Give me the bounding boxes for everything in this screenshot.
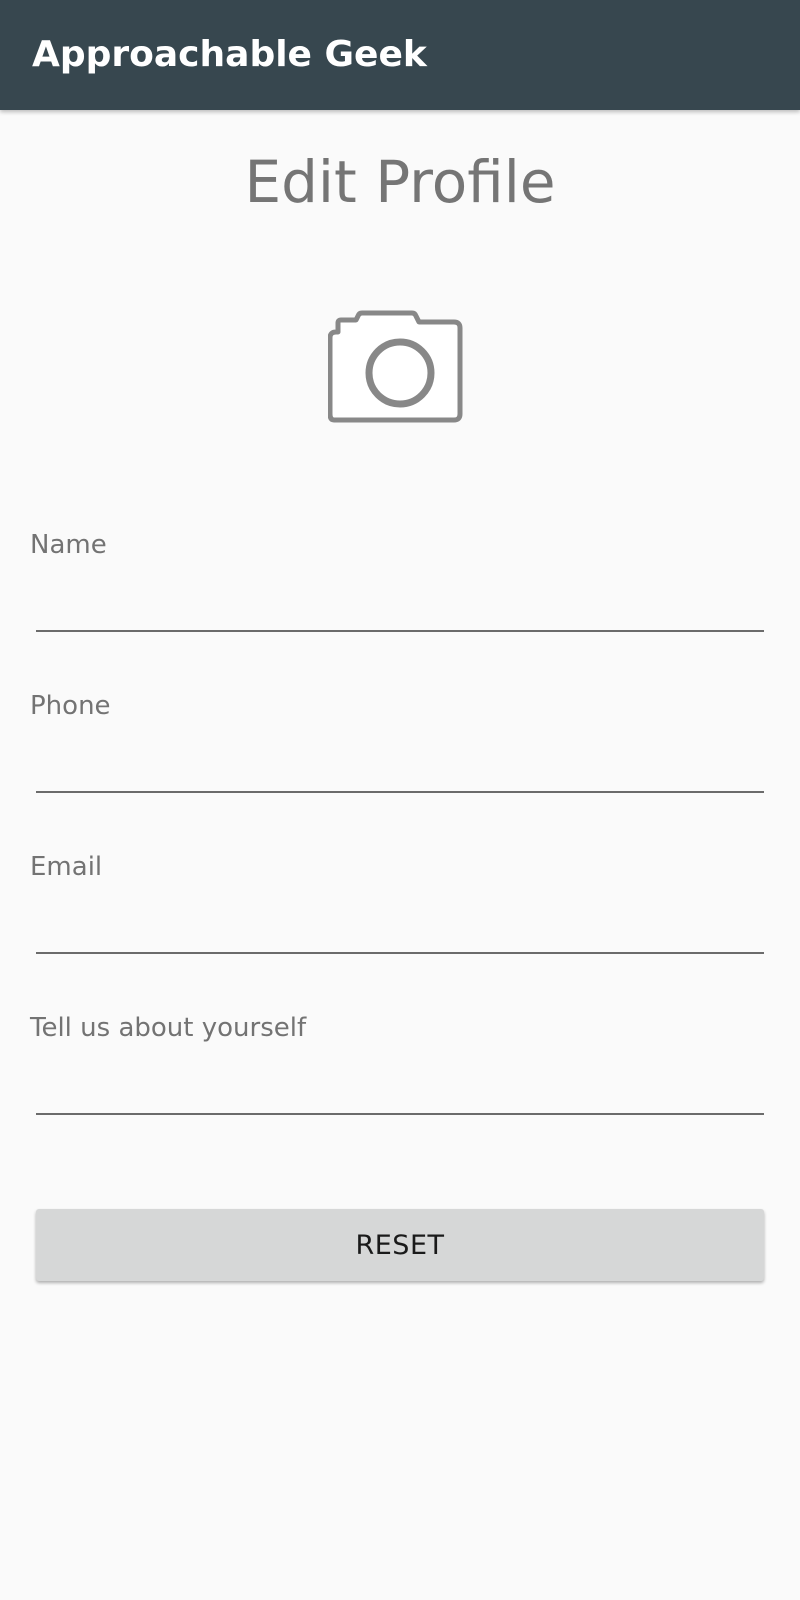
phone-label: Phone <box>30 691 111 721</box>
camera-icon <box>328 310 463 423</box>
email-input[interactable] <box>36 912 764 954</box>
name-label: Name <box>30 530 107 560</box>
phone-input[interactable] <box>36 751 764 793</box>
reset-button[interactable]: RESET <box>36 1209 764 1281</box>
email-label: Email <box>30 852 103 882</box>
about-label: Tell us about yourself <box>30 1013 307 1043</box>
profile-photo-button[interactable] <box>328 310 472 430</box>
app-title: Approachable Geek <box>32 34 427 75</box>
about-input[interactable] <box>36 1073 764 1115</box>
page-title: Edit Profile <box>244 148 556 216</box>
name-input[interactable] <box>36 590 764 632</box>
app-bar: Approachable Geek <box>0 0 800 110</box>
